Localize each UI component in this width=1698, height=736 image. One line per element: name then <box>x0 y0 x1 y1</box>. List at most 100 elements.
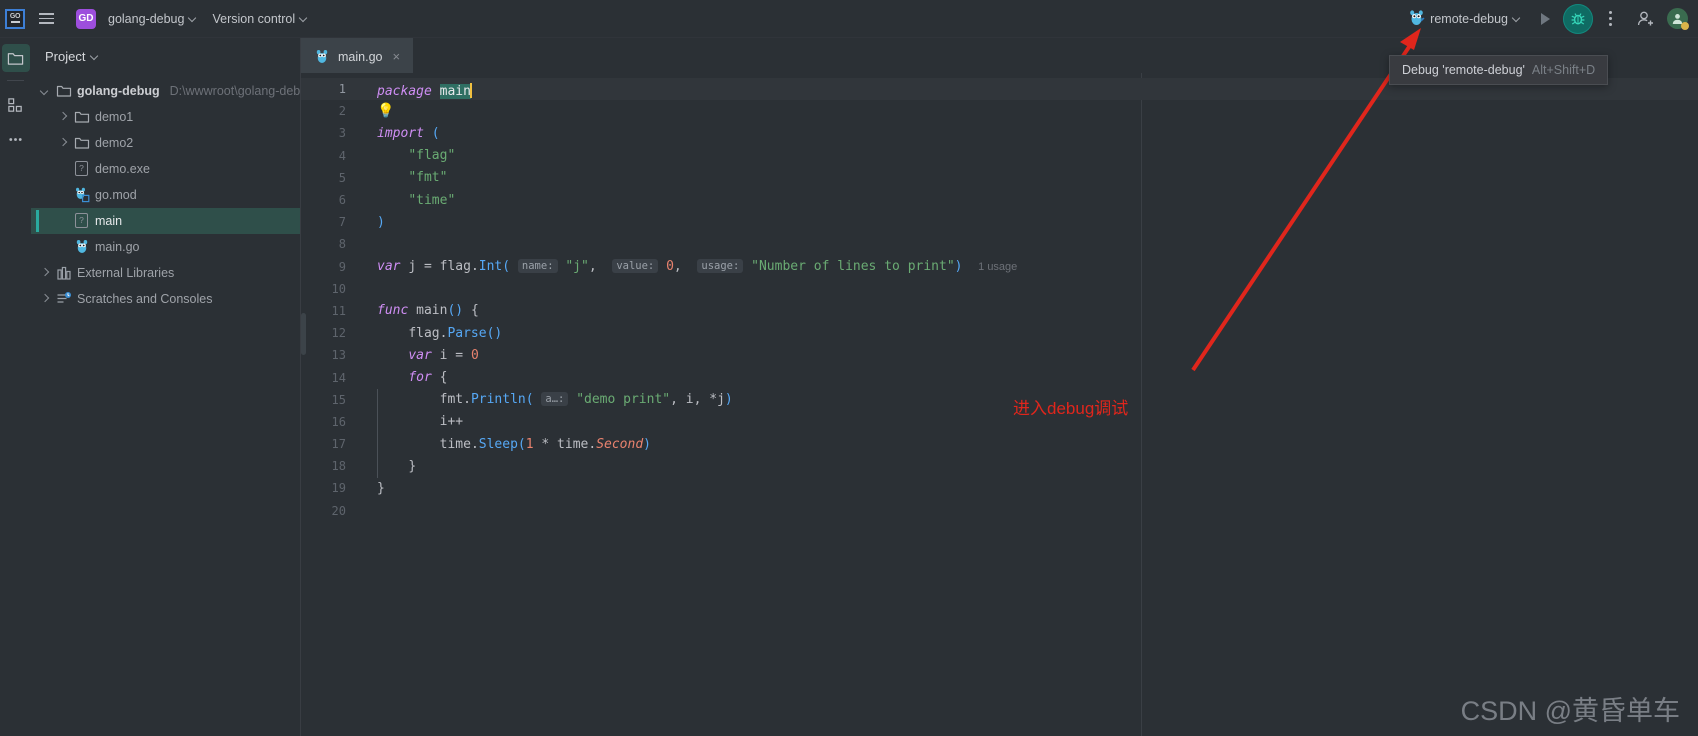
folder-icon <box>56 83 72 99</box>
chevron-down-icon <box>189 14 198 23</box>
library-icon <box>56 265 72 281</box>
code-line-text: "fmt" <box>408 170 448 186</box>
more-actions-button[interactable] <box>1599 6 1621 32</box>
toolbar-right-group: remote-debug <box>1401 0 1698 38</box>
chevron-down-icon <box>300 14 309 23</box>
tree-row[interactable]: demo2 <box>31 130 300 156</box>
rail-item-structure[interactable] <box>2 91 30 119</box>
chevron-right-icon[interactable] <box>57 137 69 149</box>
code-line-text: flag.Parse() <box>408 325 503 341</box>
code-line[interactable]: 3 import ( <box>301 122 1698 144</box>
go-mod-icon <box>74 187 90 203</box>
code-line[interactable]: 10 <box>301 278 1698 300</box>
tree-row[interactable]: main.go <box>31 234 300 260</box>
user-avatar[interactable] <box>1667 8 1689 30</box>
line-number: 1 <box>338 82 346 97</box>
rail-item-project[interactable] <box>1 44 30 72</box>
code-line-text: import ( <box>377 125 440 141</box>
debug-tooltip: Debug 'remote-debug' Alt+Shift+D <box>1389 55 1609 85</box>
chevron-down-icon[interactable] <box>39 85 51 97</box>
unknown-file-icon: ? <box>74 213 90 229</box>
code-line[interactable]: 7) <box>301 211 1698 233</box>
code-line[interactable]: 9 var j = flag.Int( name: "j", value: 0, … <box>301 256 1698 278</box>
goland-logo-text: GO <box>9 13 21 21</box>
code-line[interactable]: 17 time.Sleep(1 * time.Second) <box>301 433 1698 455</box>
run-configuration-selector[interactable]: remote-debug <box>1401 6 1529 31</box>
close-icon[interactable]: × <box>390 50 402 63</box>
tree-row[interactable]: ? demo.exe <box>31 156 300 182</box>
folder-icon <box>56 85 72 97</box>
code-line-text: var i = 0 <box>408 347 479 363</box>
code-line-text: package main <box>377 82 472 99</box>
code-line[interactable]: 4 "flag" <box>301 145 1698 167</box>
annotation-label: 进入debug调试 <box>1013 399 1129 418</box>
code-line[interactable]: 12 flag.Parse() <box>301 322 1698 344</box>
tree-row[interactable]: golang-debug D:\wwwroot\golang-debug <box>31 78 314 104</box>
folder-icon <box>74 135 90 151</box>
goland-logo-bar <box>10 21 20 23</box>
code-line-text: i++ <box>439 414 464 430</box>
tree-row[interactable]: Scratches and Consoles <box>31 286 300 312</box>
code-line[interactable]: 6 "time" <box>301 189 1698 211</box>
go-file-icon <box>314 49 330 65</box>
code-line[interactable]: 8 <box>301 233 1698 255</box>
project-tree: golang-debug D:\wwwroot\golang-debug demo1… <box>31 74 314 312</box>
code-line[interactable]: 15 fmt.Println( a…: "demo print", i, *j) <box>301 389 1698 411</box>
line-number: 5 <box>338 170 346 185</box>
project-tool-window: Project golang-debug D:\wwwroot\golang-de… <box>31 38 314 736</box>
code-line[interactable]: 19} <box>301 477 1698 499</box>
code-line-text: fmt.Println( a…: "demo print", i, *j) <box>439 392 733 408</box>
tree-item-label: demo2 <box>95 136 134 150</box>
line-number: 12 <box>331 326 346 341</box>
tree-row[interactable]: demo1 <box>31 104 300 130</box>
go-file-icon <box>76 240 88 253</box>
code-line-text: time.Sleep(1 * time.Second) <box>439 436 651 452</box>
code-line[interactable]: 20 <box>301 500 1698 522</box>
gopher-icon <box>1408 10 1425 27</box>
project-selector[interactable]: GD golang-debug <box>69 5 205 33</box>
add-account-icon <box>1637 11 1653 25</box>
code-line-text: "flag" <box>408 148 456 164</box>
hamburger-icon[interactable] <box>33 6 59 32</box>
go-mod-icon <box>76 187 90 203</box>
editor-tab[interactable]: main.go × <box>301 38 414 73</box>
chevron-right-icon[interactable] <box>39 293 51 305</box>
version-control-menu[interactable]: Version control <box>205 8 316 30</box>
tree-item-label: main <box>95 214 123 228</box>
line-number: 19 <box>331 481 346 496</box>
code-line[interactable]: 14 for { <box>301 366 1698 388</box>
line-number: 11 <box>331 303 346 318</box>
line-number: 18 <box>331 459 346 474</box>
run-button[interactable] <box>1531 6 1557 32</box>
line-number: 9 <box>338 259 346 274</box>
tree-row[interactable]: go.mod <box>31 182 300 208</box>
code-line[interactable]: 2 💡 <box>301 100 1698 122</box>
go-file-icon <box>74 239 90 255</box>
tree-row[interactable]: ? main <box>31 208 300 234</box>
tree-item-label: Scratches and Consoles <box>77 292 213 306</box>
tree-row[interactable]: External Libraries <box>31 260 300 286</box>
line-number: 2 <box>338 104 346 119</box>
line-number: 6 <box>338 193 346 208</box>
folder-icon <box>74 111 90 123</box>
code-line[interactable]: 5 "fmt" <box>301 167 1698 189</box>
code-line[interactable]: 18 } <box>301 455 1698 477</box>
code-editor[interactable]: 1 package main 2 💡 3 import (4 "flag" 5 "fmt" 6… <box>301 73 1698 736</box>
project-name-label: golang-debug <box>108 11 185 26</box>
rail-item-more[interactable] <box>2 125 30 153</box>
code-line[interactable]: 13 var i = 0 <box>301 344 1698 366</box>
code-line[interactable]: 16 i++ <box>301 411 1698 433</box>
add-account-button[interactable] <box>1633 6 1659 32</box>
project-panel-header[interactable]: Project <box>31 38 300 74</box>
debug-button[interactable] <box>1563 3 1593 34</box>
library-icon <box>57 266 71 280</box>
toolbar-left-group: GO GD golang-debug Version control <box>0 0 316 38</box>
chevron-right-icon[interactable] <box>39 267 51 279</box>
more-tool-windows-icon <box>9 137 22 141</box>
intention-bulb-icon[interactable]: 💡 <box>377 103 394 119</box>
code-line[interactable]: 11 func main() { <box>301 300 1698 322</box>
chevron-right-icon[interactable] <box>57 111 69 123</box>
indent-guide <box>377 388 378 478</box>
